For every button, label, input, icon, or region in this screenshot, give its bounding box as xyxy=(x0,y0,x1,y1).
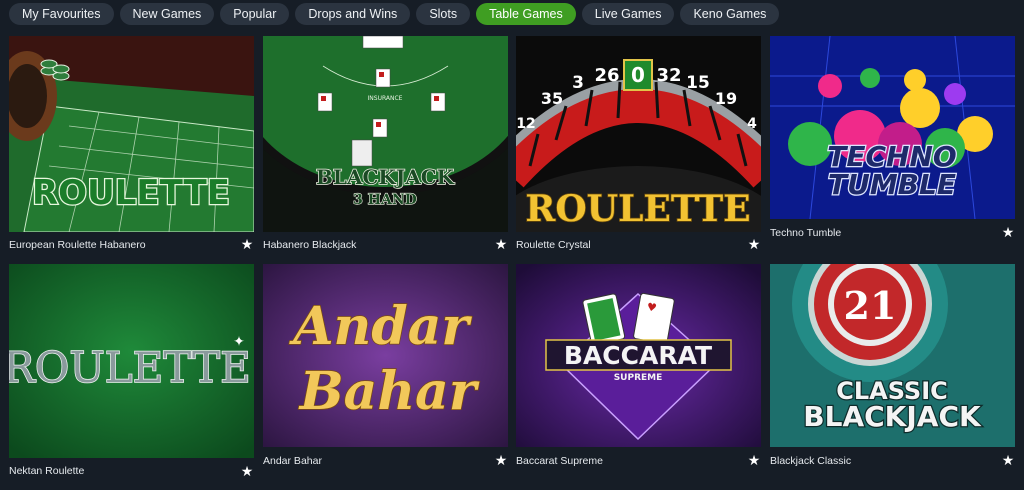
game-title: Andar Bahar xyxy=(263,455,322,467)
star-icon[interactable]: ★ xyxy=(494,238,508,252)
game-thumbnail[interactable]: ROULETTE ✦ xyxy=(9,264,254,458)
art-title: BLACKJACK xyxy=(316,165,455,189)
game-card-blackjack-classic[interactable]: 21 CLASSIC BLACKJACK Blackjack Classic ★ xyxy=(770,264,1015,470)
sparkle-icon: ✦ xyxy=(233,333,245,349)
star-icon[interactable]: ★ xyxy=(747,454,761,468)
art-title: BACCARAT xyxy=(564,341,712,370)
art-insurance: INSURANCE xyxy=(368,95,403,102)
tab-drops-and-wins[interactable]: Drops and Wins xyxy=(295,3,411,25)
art-title: ROULETTE xyxy=(525,188,750,230)
art-title: Andar xyxy=(288,296,472,357)
game-title: Roulette Crystal xyxy=(516,239,591,251)
game-title: Blackjack Classic xyxy=(770,455,852,467)
art-subtitle: TUMBLE xyxy=(828,168,956,201)
game-card-habanero-blackjack[interactable]: INSURANCE BLACKJACK 3 HAND Habanero Blac… xyxy=(263,36,508,256)
roulette-wheel-art: 12 35 3 26 0 32 15 19 4 ROULETTE xyxy=(516,36,761,232)
wheel-number: 35 xyxy=(541,89,563,108)
nektan-roulette-art: ROULETTE ✦ xyxy=(9,264,254,458)
game-card-baccarat-supreme[interactable]: ♥ BACCARAT SUPREME Baccarat Supreme ★ xyxy=(516,264,761,470)
tab-slots[interactable]: Slots xyxy=(416,3,471,25)
wheel-number: 26 xyxy=(594,65,619,86)
baccarat-supreme-art: ♥ BACCARAT SUPREME xyxy=(516,264,761,447)
wheel-number: 12 xyxy=(516,116,535,132)
art-subtitle: SUPREME xyxy=(614,373,663,383)
art-subtitle: 3 HAND xyxy=(353,192,417,208)
game-card-andar-bahar[interactable]: Andar Bahar Andar Bahar ★ xyxy=(263,264,508,470)
game-title: Nektan Roulette xyxy=(9,465,85,477)
game-thumbnail[interactable]: ROULETTE xyxy=(9,36,254,232)
game-thumbnail[interactable]: ♥ BACCARAT SUPREME xyxy=(516,264,761,447)
star-icon[interactable]: ★ xyxy=(747,238,761,252)
game-title: Habanero Blackjack xyxy=(263,239,357,251)
tab-live-games[interactable]: Live Games xyxy=(581,3,675,25)
andar-bahar-art: Andar Bahar xyxy=(263,264,508,447)
tab-popular[interactable]: Popular xyxy=(220,3,290,25)
game-card-roulette-crystal[interactable]: 12 35 3 26 0 32 15 19 4 ROULETTE Roulett… xyxy=(516,36,761,256)
game-card-nektan-roulette[interactable]: ROULETTE ✦ Nektan Roulette ★ xyxy=(9,264,254,480)
game-card-techno-tumble[interactable]: TECHNO TUMBLE Techno Tumble ★ xyxy=(770,36,1015,242)
star-icon[interactable]: ★ xyxy=(240,238,254,252)
art-subtitle: Bahar xyxy=(298,361,480,422)
roulette-table-art: ROULETTE xyxy=(9,36,254,232)
wheel-number: 32 xyxy=(656,65,681,86)
star-icon[interactable]: ★ xyxy=(494,454,508,468)
star-icon[interactable]: ★ xyxy=(240,465,254,479)
game-title: Baccarat Supreme xyxy=(516,455,603,467)
game-thumbnail[interactable]: TECHNO TUMBLE xyxy=(770,36,1015,219)
game-title: European Roulette Habanero xyxy=(9,239,146,251)
art-subtitle: BLACKJACK xyxy=(803,400,982,433)
techno-tumble-art: TECHNO TUMBLE xyxy=(770,36,1015,219)
wheel-number: 19 xyxy=(715,89,737,108)
game-thumbnail[interactable]: 12 35 3 26 0 32 15 19 4 ROULETTE xyxy=(516,36,761,232)
wheel-number: 0 xyxy=(631,63,645,87)
blackjack-classic-art: 21 CLASSIC BLACKJACK xyxy=(770,264,1015,447)
wheel-number: 3 xyxy=(572,73,584,93)
star-icon[interactable]: ★ xyxy=(1001,226,1015,240)
wheel-number: 15 xyxy=(686,73,710,93)
game-title: Techno Tumble xyxy=(770,227,842,239)
tab-table-games[interactable]: Table Games xyxy=(476,3,576,25)
blackjack-table-art: INSURANCE BLACKJACK 3 HAND xyxy=(263,36,508,232)
game-thumbnail[interactable]: Andar Bahar xyxy=(263,264,508,447)
game-thumbnail[interactable]: INSURANCE BLACKJACK 3 HAND xyxy=(263,36,508,232)
star-icon[interactable]: ★ xyxy=(1001,454,1015,468)
art-title: ROULETTE xyxy=(32,173,230,213)
art-number: 21 xyxy=(844,283,897,328)
game-card-european-roulette-habanero[interactable]: ROULETTE European Roulette Habanero ★ xyxy=(9,36,254,256)
tab-new-games[interactable]: New Games xyxy=(119,3,215,25)
art-title: ROULETTE xyxy=(9,343,251,392)
tab-keno-games[interactable]: Keno Games xyxy=(680,3,780,25)
wheel-number: 4 xyxy=(747,116,757,132)
tab-my-favourites[interactable]: My Favourites xyxy=(9,3,114,25)
game-thumbnail[interactable]: 21 CLASSIC BLACKJACK xyxy=(770,264,1015,447)
category-tabs: My Favourites New Games Popular Drops an… xyxy=(9,3,780,25)
